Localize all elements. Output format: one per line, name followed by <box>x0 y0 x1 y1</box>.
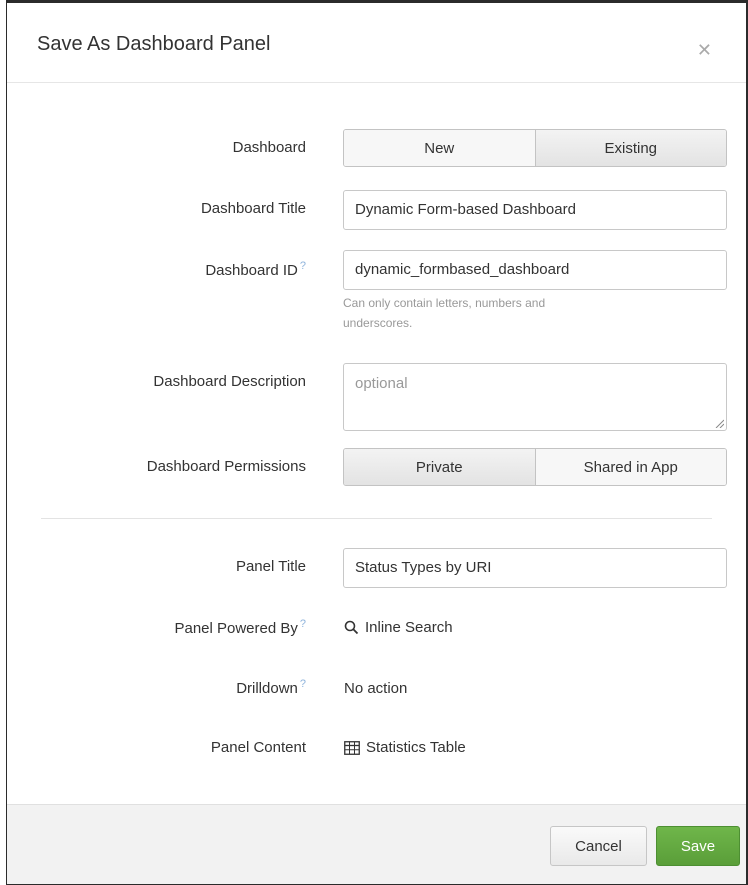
dashboard-id-help-icon[interactable]: ? <box>300 260 306 272</box>
dashboard-id-label-text: Dashboard ID <box>205 262 298 279</box>
panel-content-value: Statistics Table <box>344 739 466 756</box>
panel-content-label: Panel Content <box>210 739 306 756</box>
close-icon[interactable]: ✕ <box>697 41 712 59</box>
dashboard-description-textarea[interactable]: optional <box>343 363 727 431</box>
panel-content-text: Statistics Table <box>366 739 466 756</box>
dashboard-permissions-label: Dashboard Permissions <box>146 458 306 475</box>
panel-powered-by-value: Inline Search <box>344 619 453 636</box>
dashboard-permissions-toggle: Private Shared in App <box>343 448 727 486</box>
dashboard-existing-option[interactable]: Existing <box>535 130 726 166</box>
dashboard-id-input[interactable]: dynamic_formbased_dashboard <box>343 250 727 290</box>
dashboard-new-option[interactable]: New <box>344 130 536 166</box>
section-divider <box>41 518 712 519</box>
permissions-private-option[interactable]: Private <box>344 449 536 485</box>
dashboard-id-hint-line1: Can only contain letters, numbers and <box>343 296 546 310</box>
dialog-header: Save As Dashboard Panel ✕ <box>7 3 746 83</box>
save-dashboard-panel-dialog: Save As Dashboard Panel ✕ Dashboard New … <box>6 0 748 885</box>
save-button[interactable]: Save <box>656 826 740 866</box>
panel-powered-by-text: Inline Search <box>365 619 453 636</box>
dashboard-description-label: Dashboard Description <box>153 373 306 390</box>
dashboard-toggle: New Existing <box>343 129 727 167</box>
panel-powered-by-label-text: Panel Powered By <box>174 620 298 637</box>
cancel-button[interactable]: Cancel <box>550 826 647 866</box>
dashboard-id-hint: Can only contain letters, numbers and un… <box>343 293 683 333</box>
panel-title-input[interactable]: Status Types by URI <box>343 548 727 588</box>
table-icon <box>344 740 360 755</box>
dashboard-description-placeholder: optional <box>355 375 408 392</box>
search-icon <box>344 620 359 635</box>
panel-title-label: Panel Title <box>235 558 306 575</box>
dialog-footer: Cancel Save <box>7 804 746 884</box>
dashboard-title-input[interactable]: Dynamic Form-based Dashboard <box>343 190 727 230</box>
panel-powered-by-label: Panel Powered By? <box>174 618 306 637</box>
dashboard-id-label: Dashboard ID? <box>205 260 306 279</box>
dialog-title: Save As Dashboard Panel <box>37 33 271 55</box>
permissions-shared-option[interactable]: Shared in App <box>535 449 726 485</box>
drilldown-label-text: Drilldown <box>236 680 298 697</box>
panel-powered-by-help-icon[interactable]: ? <box>300 618 306 630</box>
dashboard-id-hint-line2: underscores. <box>343 316 413 330</box>
dashboard-title-label: Dashboard Title <box>200 200 306 217</box>
drilldown-help-icon[interactable]: ? <box>300 678 306 690</box>
resize-handle-icon[interactable] <box>714 418 724 428</box>
dashboard-label: Dashboard <box>232 139 306 156</box>
drilldown-label: Drilldown? <box>236 678 306 697</box>
drilldown-value: No action <box>344 680 408 697</box>
